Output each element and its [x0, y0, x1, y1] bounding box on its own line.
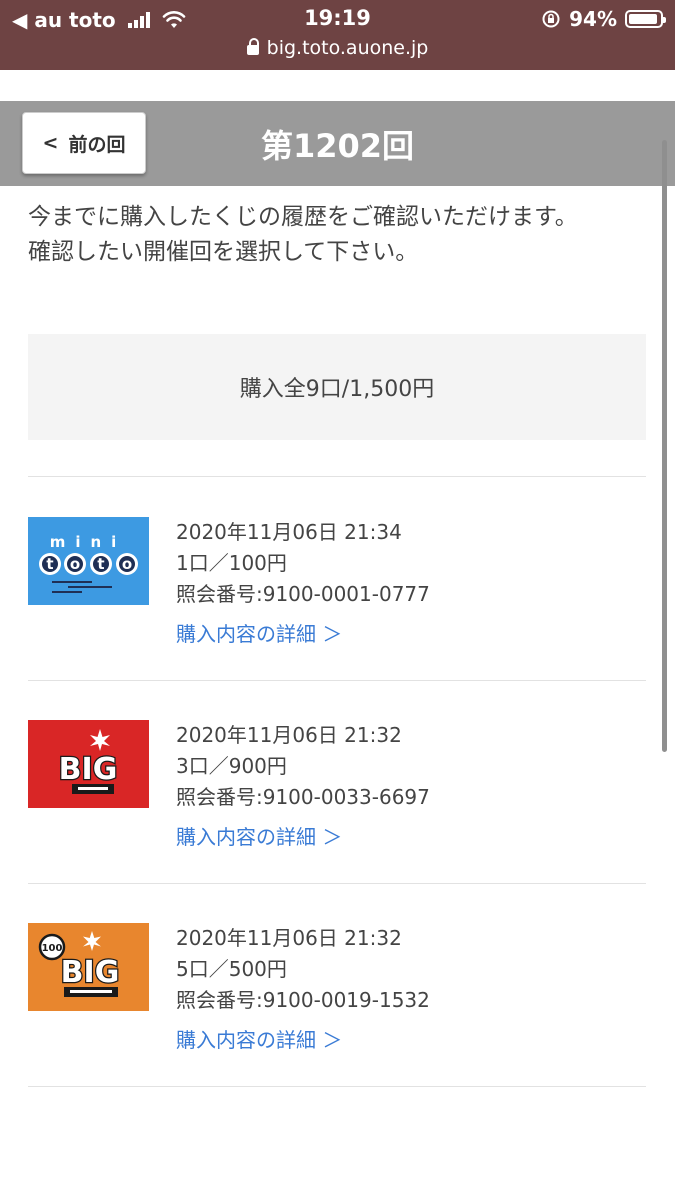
- purchase-details-link[interactable]: 購入内容の詳細 ＞: [176, 1025, 430, 1056]
- svg-text:100: 100: [42, 943, 63, 954]
- purchase-datetime: 2020年11月06日 21:32: [176, 723, 402, 747]
- reference-number: 照会番号:9100-0033-6697: [176, 785, 430, 809]
- svg-text:BIG: BIG: [61, 955, 120, 990]
- battery-icon: [625, 10, 666, 28]
- status-bar: ◀ au toto 19:19 94% big.toto.auone.jp: [0, 0, 675, 70]
- purchase-summary: 購入全9口/1,500円: [28, 334, 646, 440]
- big-logo: BIG: [28, 720, 149, 808]
- scrollbar[interactable]: [662, 140, 667, 752]
- svg-text:o: o: [70, 555, 80, 573]
- battery-fill: [629, 14, 658, 24]
- intro-line-1: 今までに購入したくじの履歴をご確認いただけます。: [28, 204, 578, 230]
- ticket-item: 100 BIG 2020年11月06日 21:32 5口／500円 照会番号:9…: [28, 883, 646, 1086]
- svg-text:t: t: [97, 555, 104, 573]
- battery-percent: 94%: [569, 7, 617, 31]
- divider: [28, 1086, 646, 1087]
- ticket-info: 2020年11月06日 21:34 1口／100円 照会番号:9100-0001…: [176, 517, 430, 650]
- svg-text:mini: mini: [50, 533, 127, 551]
- purchase-summary-text: 購入全9口/1,500円: [239, 377, 435, 402]
- ticket-info: 2020年11月06日 21:32 3口／900円 照会番号:9100-0033…: [176, 720, 430, 853]
- url-text: big.toto.auone.jp: [266, 37, 429, 59]
- page-header: < 前の回 第1202回: [0, 101, 675, 186]
- rotation-lock-icon: [542, 10, 560, 28]
- reference-number: 照会番号:9100-0001-0777: [176, 582, 430, 606]
- purchase-units: 3口／900円: [176, 754, 287, 778]
- ticket-item: mini t o t o 2020年11月06日 21:34 1口／100円 照…: [28, 477, 646, 680]
- intro-text: 今までに購入したくじの履歴をご確認いただけます。 確認したい開催回を選択して下さ…: [28, 200, 648, 270]
- svg-text:t: t: [46, 555, 53, 573]
- lock-icon: [246, 38, 259, 55]
- intro-line-2: 確認したい開催回を選択して下さい。: [28, 239, 419, 265]
- svg-text:BIG: BIG: [59, 752, 118, 787]
- purchase-datetime: 2020年11月06日 21:34: [176, 520, 402, 544]
- ticket-info: 2020年11月06日 21:32 5口／500円 照会番号:9100-0019…: [176, 923, 430, 1056]
- purchase-details-link[interactable]: 購入内容の詳細 ＞: [176, 822, 430, 853]
- big-100-logo: 100 BIG: [28, 923, 149, 1011]
- purchase-units: 5口／500円: [176, 957, 287, 981]
- status-right: 94%: [541, 7, 666, 31]
- purchase-datetime: 2020年11月06日 21:32: [176, 926, 402, 950]
- purchase-units: 1口／100円: [176, 551, 287, 575]
- mini-toto-logo: mini t o t o: [28, 517, 149, 605]
- svg-text:o: o: [122, 555, 132, 573]
- ticket-item: BIG 2020年11月06日 21:32 3口／900円 照会番号:9100-…: [28, 680, 646, 883]
- purchase-details-link[interactable]: 購入内容の詳細 ＞: [176, 619, 430, 650]
- url-bar[interactable]: big.toto.auone.jp: [0, 37, 675, 59]
- page-title: 第1202回: [260, 127, 415, 165]
- reference-number: 照会番号:9100-0019-1532: [176, 988, 430, 1012]
